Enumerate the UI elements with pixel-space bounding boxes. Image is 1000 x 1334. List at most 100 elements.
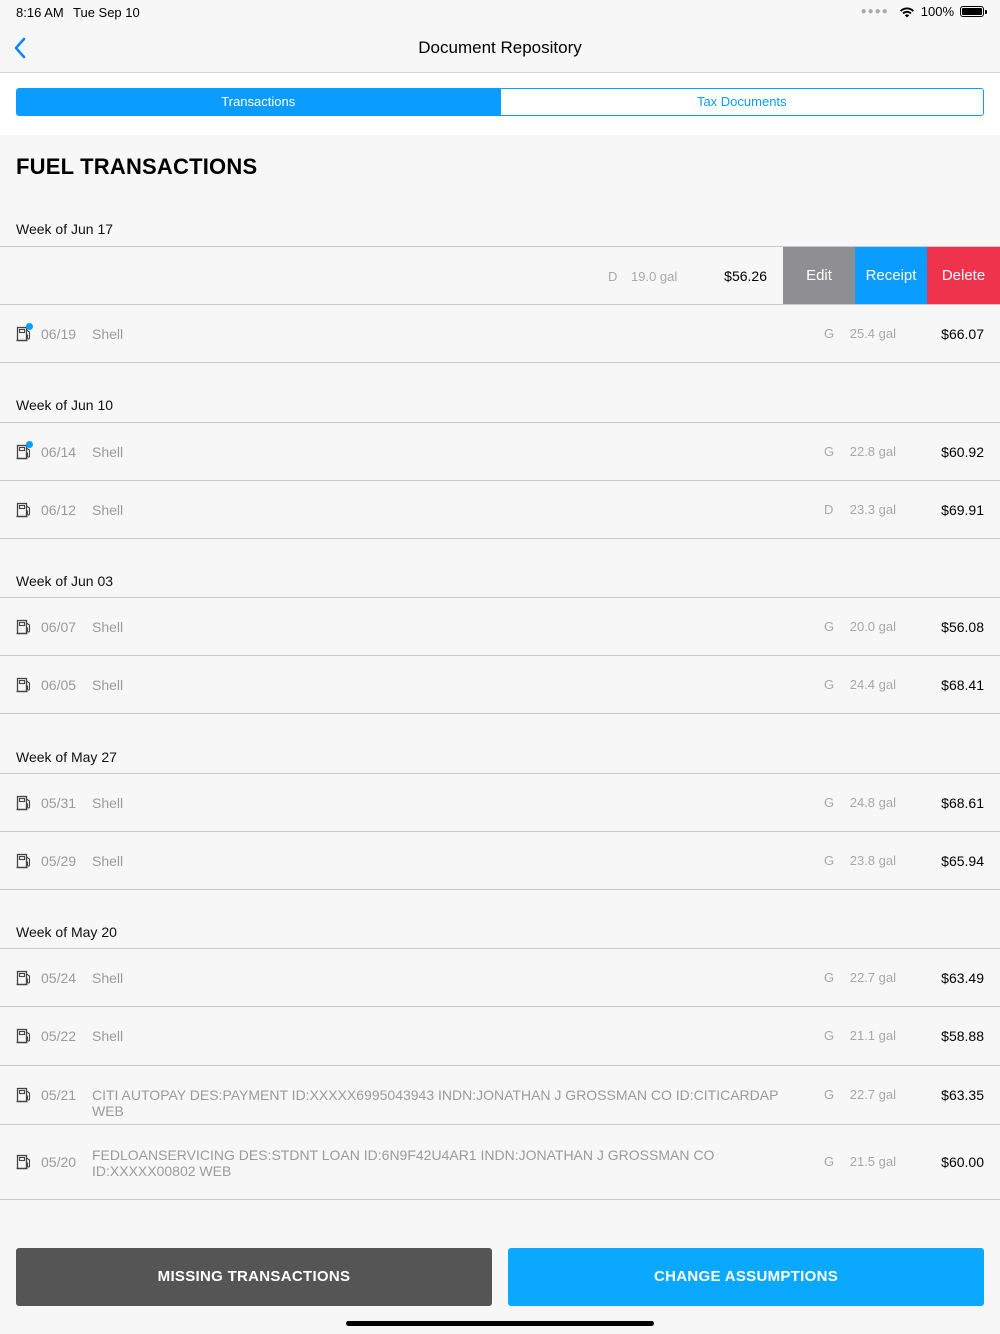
transaction-date: 06/05 bbox=[41, 677, 77, 693]
missing-transactions-button[interactable]: MISSING TRANSACTIONS bbox=[16, 1248, 492, 1306]
merchant-name: CITI AUTOPAY DES:PAYMENT ID:XXXXX6995043… bbox=[92, 1087, 779, 1119]
amount: $60.92 bbox=[941, 444, 984, 460]
gallons: 24.8 gal bbox=[849, 795, 896, 810]
fuel-type: G bbox=[824, 970, 835, 985]
fuel-type: D bbox=[608, 269, 618, 284]
page-title: Document Repository bbox=[418, 38, 582, 57]
gallons: 22.8 gal bbox=[849, 444, 896, 459]
fuel-pump-icon bbox=[16, 1087, 31, 1103]
merchant-name: Shell bbox=[92, 795, 124, 811]
transaction-date: 05/22 bbox=[41, 1028, 77, 1044]
fuel-pump-icon bbox=[16, 970, 31, 986]
transaction-row[interactable]: 06/14 Shell G 22.8 gal $60.92 bbox=[0, 422, 1000, 481]
transaction-date: 05/20 bbox=[41, 1154, 77, 1170]
amount: $66.07 bbox=[941, 326, 984, 342]
transaction-row[interactable]: 06/05 Shell G 24.4 gal $68.41 bbox=[0, 655, 1000, 714]
merchant-name: Shell bbox=[92, 677, 124, 693]
transaction-row[interactable]: 05/20 FEDLOANSERVICING DES:STDNT LOAN ID:… bbox=[0, 1124, 1000, 1200]
transaction-row[interactable]: 06/07 Shell G 20.0 gal $56.08 bbox=[0, 597, 1000, 656]
status-time: 8:16 AM bbox=[16, 5, 64, 20]
swiped-transaction-row[interactable]: D 19.0 gal $56.26 Edit Receipt Delete bbox=[0, 246, 1000, 304]
transaction-row[interactable]: 05/21 CITI AUTOPAY DES:PAYMENT ID:XXXXX69… bbox=[0, 1065, 1000, 1124]
fuel-type: G bbox=[824, 677, 835, 692]
section-title: FUEL TRANSACTIONS bbox=[16, 154, 258, 179]
amount: $65.94 bbox=[941, 853, 984, 869]
fuel-pump-icon bbox=[16, 677, 31, 693]
merchant-name: Shell bbox=[92, 853, 124, 869]
transaction-date: 05/31 bbox=[41, 795, 77, 811]
gallons: 22.7 gal bbox=[849, 970, 896, 985]
transaction-row[interactable]: 05/29 Shell G 23.8 gal $65.94 bbox=[0, 831, 1000, 890]
gallons: 19.0 gal bbox=[631, 269, 678, 284]
fuel-type: G bbox=[824, 1087, 835, 1102]
amount: $69.91 bbox=[941, 502, 984, 518]
fuel-type: G bbox=[824, 853, 835, 868]
segmented-control: Transactions Tax Documents bbox=[16, 88, 984, 116]
transaction-date: 05/24 bbox=[41, 970, 77, 986]
fuel-type: G bbox=[824, 444, 835, 459]
transaction-row[interactable]: 05/24 Shell G 22.7 gal $63.49 bbox=[0, 948, 1000, 1007]
fuel-type: G bbox=[824, 619, 835, 634]
unread-dot bbox=[26, 441, 33, 448]
transaction-date: 06/07 bbox=[41, 619, 77, 635]
merchant-name: Shell bbox=[92, 970, 124, 986]
amount: $63.35 bbox=[941, 1087, 984, 1103]
merchant-name: Shell bbox=[92, 502, 124, 518]
tab-tax-documents[interactable]: Tax Documents bbox=[499, 89, 983, 115]
week-header: Week of Jun 03 bbox=[16, 573, 114, 589]
amount: $56.26 bbox=[724, 268, 767, 284]
merchant-name: Shell bbox=[92, 444, 124, 460]
change-assumptions-button[interactable]: CHANGE ASSUMPTIONS bbox=[508, 1248, 984, 1306]
battery-icon bbox=[960, 6, 987, 17]
gallons: 22.7 gal bbox=[849, 1087, 896, 1102]
fuel-type: G bbox=[824, 1028, 835, 1043]
transaction-date: 05/29 bbox=[41, 853, 77, 869]
fuel-pump-icon bbox=[16, 795, 31, 811]
fuel-type: G bbox=[824, 326, 835, 341]
battery-percent: 100% bbox=[920, 4, 954, 19]
transaction-row[interactable]: 06/19 Shell G 25.4 gal $66.07 bbox=[0, 304, 1000, 363]
gallons: 25.4 gal bbox=[849, 326, 896, 341]
amount: $63.49 bbox=[941, 970, 984, 986]
transaction-date: 06/12 bbox=[41, 502, 77, 518]
segment-container: Transactions Tax Documents bbox=[0, 73, 1000, 135]
transaction-row[interactable]: 05/31 Shell G 24.8 gal $68.61 bbox=[0, 773, 1000, 832]
gallons: 21.1 gal bbox=[849, 1028, 896, 1043]
merchant-name: FEDLOANSERVICING DES:STDNT LOAN ID:6N9F4… bbox=[92, 1147, 715, 1179]
fuel-pump-icon bbox=[16, 1028, 31, 1044]
nav-bar: Document Repository bbox=[0, 24, 1000, 73]
fuel-pump-icon bbox=[16, 619, 31, 635]
week-header: Week of May 27 bbox=[16, 749, 117, 765]
unread-dot bbox=[26, 323, 33, 330]
merchant-name: Shell bbox=[92, 619, 124, 635]
delete-button[interactable]: Delete bbox=[927, 247, 1000, 304]
week-header: Week of May 20 bbox=[16, 924, 117, 940]
receipt-button[interactable]: Receipt bbox=[855, 247, 927, 304]
signal-icon: ●●●● bbox=[860, 6, 889, 17]
status-date: Tue Sep 10 bbox=[73, 5, 140, 20]
merchant-name: Shell bbox=[92, 326, 124, 342]
amount: $56.08 bbox=[941, 619, 984, 635]
week-header: Week of Jun 17 bbox=[16, 221, 114, 237]
transaction-row[interactable]: 06/12 Shell D 23.3 gal $69.91 bbox=[0, 480, 1000, 539]
status-indicators: ●●●● 100% bbox=[860, 4, 987, 19]
gallons: 20.0 gal bbox=[849, 619, 896, 634]
gallons: 21.5 gal bbox=[849, 1154, 896, 1169]
status-bar: 8:16 AM Tue Sep 10 ●●●● 100% bbox=[0, 0, 1000, 24]
fuel-type: D bbox=[824, 502, 834, 517]
amount: $60.00 bbox=[941, 1154, 984, 1170]
transaction-row[interactable]: 05/22 Shell G 21.1 gal $58.88 bbox=[0, 1006, 1000, 1065]
gallons: 23.8 gal bbox=[849, 853, 896, 868]
transaction-date: 05/21 bbox=[41, 1087, 77, 1103]
fuel-type: G bbox=[824, 1154, 835, 1169]
amount: $68.61 bbox=[941, 795, 984, 811]
fuel-pump-icon bbox=[16, 502, 31, 518]
fuel-type: G bbox=[824, 795, 835, 810]
transaction-date: 06/19 bbox=[41, 326, 77, 342]
merchant-name: Shell bbox=[92, 1028, 124, 1044]
fuel-pump-icon bbox=[16, 853, 31, 869]
tab-transactions[interactable]: Transactions bbox=[17, 89, 500, 115]
edit-button[interactable]: Edit bbox=[783, 247, 855, 304]
gallons: 24.4 gal bbox=[849, 677, 896, 692]
transaction-date: 06/14 bbox=[41, 444, 77, 460]
